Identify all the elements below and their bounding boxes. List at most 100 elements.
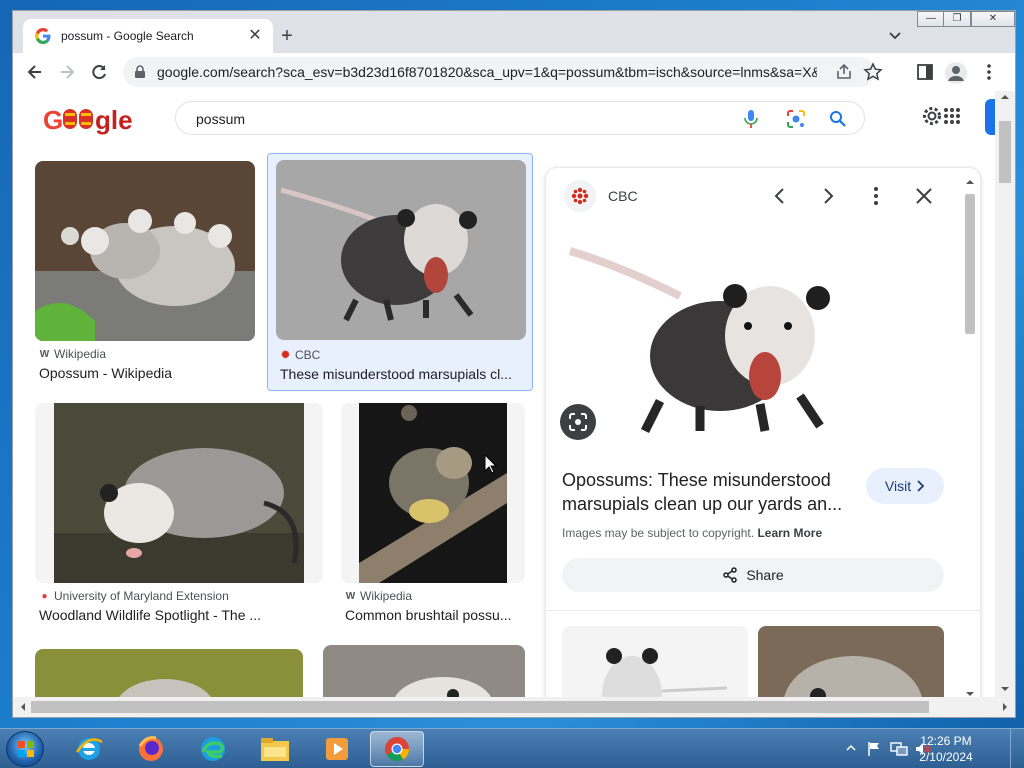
image-result-4[interactable]: W Wikipedia Common brushtail possu... [341,403,525,627]
svg-text:gle: gle [95,105,133,135]
copyright-text: Images may be subject to copyright. [562,526,755,540]
result-title[interactable]: Opossum - Wikipedia [39,365,253,381]
show-desktop-button[interactable] [1010,729,1024,768]
image-result-6[interactable] [323,645,525,697]
result-source: W Wikipedia [345,589,412,603]
previous-chevron-icon[interactable] [768,184,792,208]
url-text[interactable]: google.com/search?sca_esv=b3d23d16f87018… [157,64,817,80]
source-name: Wikipedia [54,347,107,361]
google-header: G gle possum [13,91,1015,147]
folder-icon [261,738,289,761]
share-label: Share [746,567,784,583]
chevron-right-icon [917,480,925,492]
side-panel-icon[interactable] [915,62,935,82]
start-button[interactable] [6,731,44,767]
source-name: University of Maryland Extension [54,589,229,603]
tab-strip: possum - Google Search ✕ + — ❐ ✕ [13,11,1015,53]
clock-time: 12:26 PM [920,734,972,748]
profile-icon [948,66,964,81]
copyright-note: Images may be subject to copyright. Lear… [562,526,822,540]
forward-arrow-icon[interactable] [57,62,77,82]
share-page-icon[interactable] [835,63,853,81]
cbc-logo-icon [564,180,596,212]
google-doodle-logo[interactable]: G gle [43,103,133,137]
cbc-icon: ✺ [281,349,290,361]
panel-title[interactable]: Opossums: These misunderstood marsupials… [562,468,862,516]
firefox-icon [138,736,163,761]
minimize-button[interactable]: — [917,11,945,27]
back-arrow-icon[interactable] [25,62,45,82]
edge-taskbar-button[interactable] [186,731,240,767]
result-source: ● University of Maryland Extension [39,589,229,603]
microphone-icon[interactable] [742,109,760,129]
internet-explorer-taskbar-button[interactable] [62,731,116,767]
internet-explorer-icon [75,738,103,760]
maximize-button[interactable]: ❐ [943,11,971,27]
media-player-taskbar-button[interactable] [310,731,364,767]
search-input[interactable]: possum [175,101,865,135]
opossum-grass-image [35,649,303,697]
image-result-3[interactable]: ● University of Maryland Extension Woodl… [35,403,323,627]
lens-search-button[interactable] [560,404,596,440]
result-title[interactable]: These misunderstood marsupials cl... [280,366,522,382]
preview-image[interactable] [560,226,900,446]
close-window-button[interactable]: ✕ [971,11,1015,27]
chrome-icon [385,737,409,762]
result-thumbnail[interactable] [341,403,525,583]
bookmark-star-icon[interactable] [863,62,883,82]
show-hidden-icons-icon[interactable] [846,743,856,753]
wikipedia-icon: W [39,348,50,360]
related-opossum-image [602,648,728,697]
browser-window: possum - Google Search ✕ + — ❐ ✕ google.… [12,10,1016,718]
learn-more-link[interactable]: Learn More [757,526,822,540]
taskbar-clock[interactable]: 12:26 PM 2/10/2024 [898,733,994,765]
google-lens-icon[interactable] [786,109,806,129]
google-icon [35,28,51,44]
share-icon [723,567,738,583]
close-tab-icon[interactable]: ✕ [247,28,263,44]
umd-icon: ● [41,590,48,602]
tab-google-search[interactable]: possum - Google Search ✕ [23,19,273,53]
page-horizontal-scrollbar[interactable] [13,697,1015,717]
gear-icon[interactable] [921,105,943,127]
firefox-taskbar-button[interactable] [124,731,178,767]
share-button[interactable]: Share [562,558,944,592]
tab-title: possum - Google Search [61,29,194,43]
visit-button[interactable]: Visit [866,468,944,504]
related-image-2[interactable] [758,626,944,697]
result-thumbnail[interactable] [35,161,255,341]
google-apps-icon[interactable] [943,107,961,125]
result-thumbnail[interactable] [276,160,526,340]
result-thumbnail[interactable] [35,403,323,583]
reload-icon[interactable] [89,62,109,82]
tab-search-chevron-icon[interactable] [885,25,905,45]
close-icon[interactable] [912,184,936,208]
related-image-1[interactable] [562,626,748,697]
brushtail-possum-image [359,403,507,583]
clock-date: 2/10/2024 [919,750,973,764]
new-tab-button[interactable]: + [275,25,299,49]
visit-label: Visit [884,478,912,494]
lock-icon[interactable] [133,65,147,79]
wikipedia-icon: W [345,590,356,602]
search-query[interactable]: possum [196,111,245,127]
action-center-flag-icon[interactable] [866,741,882,757]
image-result-2-selected[interactable]: ✺ CBC These misunderstood marsupials cl.… [267,153,533,391]
search-icon[interactable] [828,109,848,129]
lens-icon [569,413,587,431]
result-title[interactable]: Common brushtail possu... [345,607,525,623]
chrome-taskbar-button[interactable] [370,731,424,767]
address-bar[interactable]: google.com/search?sca_esv=b3d23d16f87018… [123,57,883,87]
panel-source-name[interactable]: CBC [608,188,638,204]
file-explorer-taskbar-button[interactable] [248,731,302,767]
panel-scrollbar[interactable] [962,178,978,697]
more-menu-icon[interactable] [979,62,999,82]
source-name: Wikipedia [360,589,413,603]
page-vertical-scrollbar[interactable] [995,91,1015,697]
profile-avatar[interactable] [945,62,967,84]
next-chevron-icon[interactable] [816,184,840,208]
more-options-icon[interactable] [864,184,888,208]
result-title[interactable]: Woodland Wildlife Spotlight - The ... [39,607,319,623]
image-result-5[interactable] [35,649,303,697]
image-result-1[interactable]: W Wikipedia Opossum - Wikipedia [35,161,257,385]
